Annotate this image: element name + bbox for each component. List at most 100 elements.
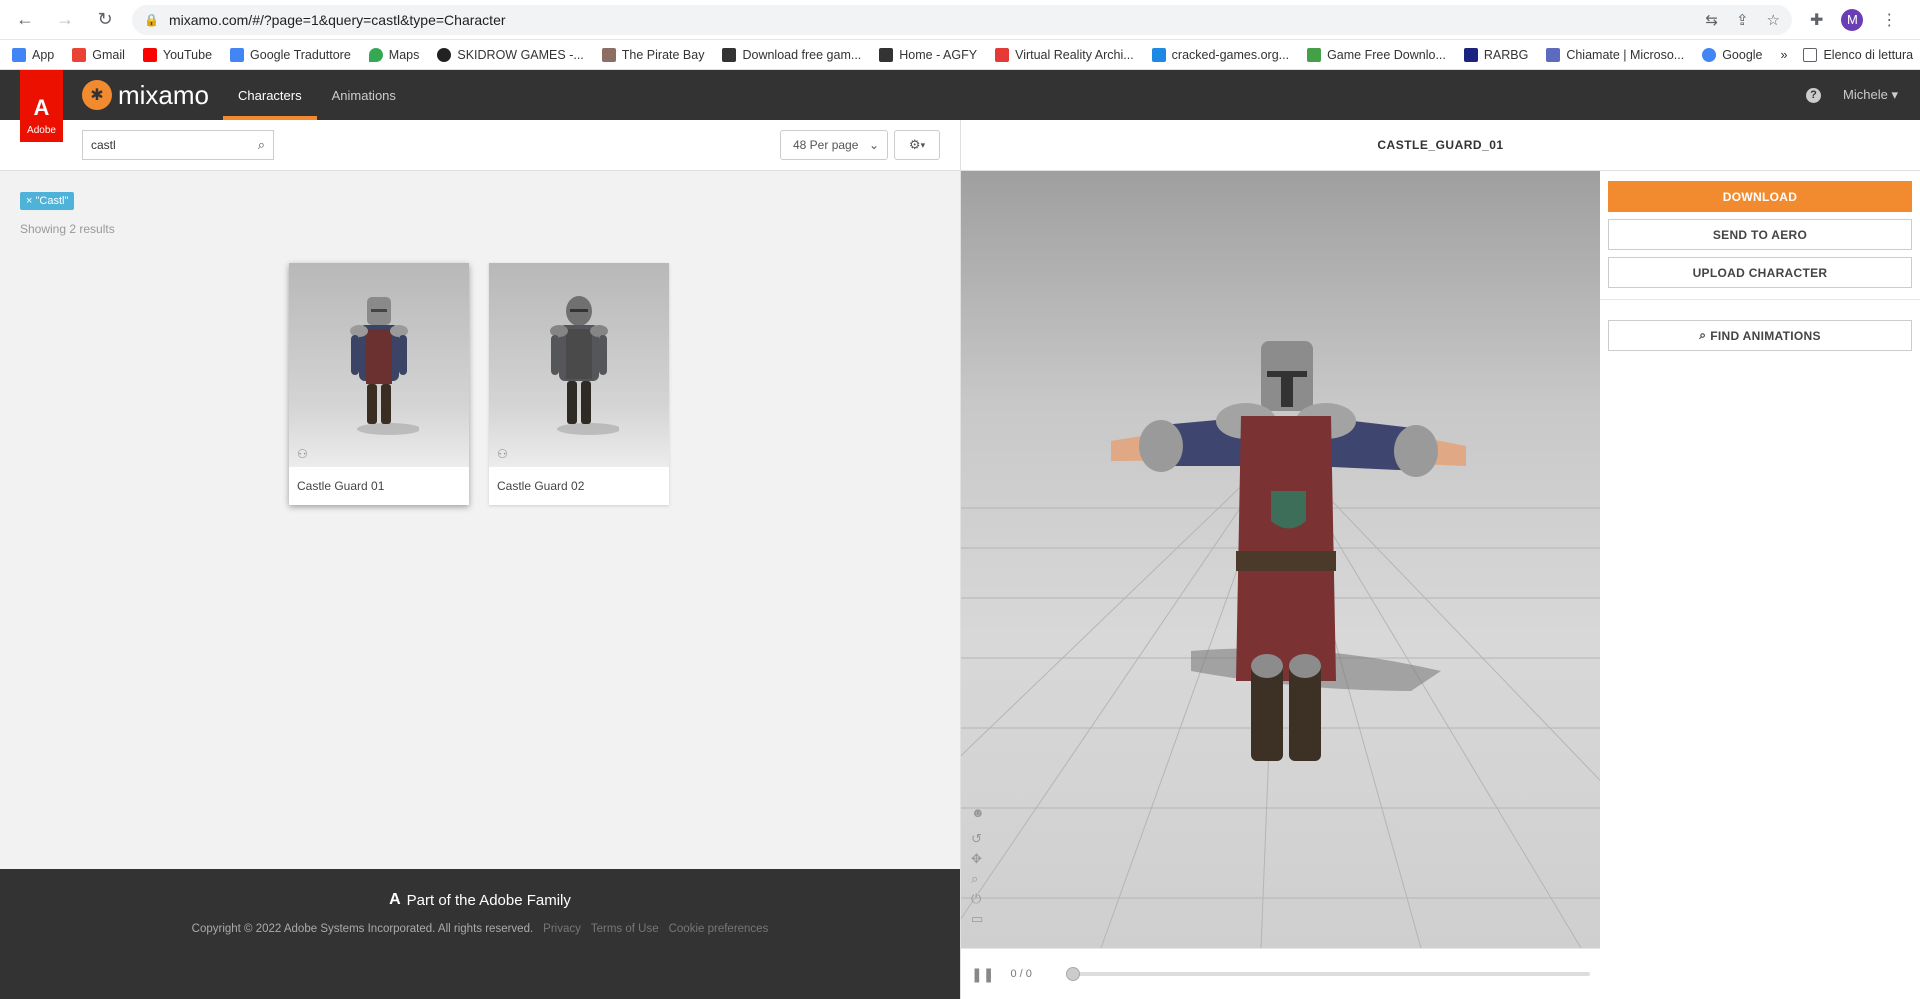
terms-link[interactable]: Terms of Use (591, 923, 659, 935)
animation-timeline: ❚❚ 0 / 0 (961, 948, 1600, 999)
youtube-icon (142, 47, 157, 62)
3d-viewport[interactable]: ☻ ↺ ✥ ⌕ ⏻ ▭ (961, 171, 1600, 948)
profile-avatar[interactable]: M (1841, 8, 1864, 31)
more-bookmarks-icon[interactable]: » (1781, 48, 1788, 62)
address-bar[interactable]: 🔒 mixamo.com/#/?page=1&query=castl&type=… (132, 4, 1792, 35)
pause-icon[interactable]: ❚❚ (971, 966, 994, 983)
bookmark-item[interactable]: Gmail (72, 47, 125, 62)
browser-toolbar: ← → ↻ 🔒 mixamo.com/#/?page=1&query=castl… (0, 0, 1920, 40)
copyright-text: Copyright © 2022 Adobe Systems Incorpora… (191, 923, 534, 935)
adobe-logo-icon: A (33, 95, 50, 120)
help-icon[interactable]: ? (1806, 87, 1822, 103)
maps-pin-icon (368, 47, 383, 62)
user-name: Michele (1843, 87, 1888, 102)
adobe-badge[interactable]: A Adobe (20, 70, 63, 142)
search-icon: ⌕ (1699, 328, 1707, 342)
pan-icon[interactable]: ✥ (971, 851, 982, 867)
bookmark-item[interactable]: Google (1702, 47, 1763, 62)
extensions-icon[interactable]: ✚ (1810, 10, 1823, 30)
search-input[interactable]: castl ⌕ (82, 130, 274, 160)
cookie-preferences-link[interactable]: Cookie preferences (669, 923, 769, 935)
google-icon (1702, 47, 1717, 62)
rigged-character-icon: ⚇ (297, 447, 308, 461)
castle-guard-model (1111, 341, 1466, 761)
privacy-link[interactable]: Privacy (543, 923, 581, 935)
character-card[interactable]: ⚇ Castle Guard 01 (289, 263, 469, 505)
bookmark-item[interactable]: Google Traduttore (230, 47, 351, 62)
bookmark-item[interactable]: Download free gam... (722, 47, 861, 62)
share-icon[interactable]: ⇪ (1736, 11, 1749, 29)
skeleton-icon[interactable]: ☻ (971, 805, 985, 820)
app-header: A Adobe ✱ mixamo Characters Animations ?… (0, 70, 1920, 142)
download-button[interactable]: DOWNLOAD (1608, 181, 1912, 212)
bookmark-item[interactable]: Maps (368, 47, 419, 62)
knight-figure (350, 297, 419, 435)
zoom-icon[interactable]: ⌕ (971, 871, 978, 887)
camera-icon[interactable]: ▭ (971, 911, 983, 927)
find-animations-button[interactable]: ⌕ FIND ANIMATIONS (1608, 320, 1912, 351)
page-footer: A Part of the Adobe Family Copyright © 2… (0, 869, 960, 999)
filter-tag[interactable]: × "Castl" (20, 192, 75, 210)
pirate-ship-icon (601, 47, 616, 62)
wix-icon (722, 47, 737, 62)
rarbg-icon (1463, 47, 1478, 62)
apps-grid-icon (12, 47, 26, 62)
reading-list[interactable]: Elenco di lettura (1803, 47, 1913, 62)
tab-animations[interactable]: Animations (317, 70, 411, 120)
viewer-panel: CASTLE_GUARD_01 ☻ ↺ ✥ ⌕ ⏻ ▭ ❚❚ 0 / 0 DOW… (960, 120, 1920, 999)
bookmark-star-icon[interactable]: ☆ (1767, 11, 1780, 29)
power-icon[interactable]: ⏻ (971, 891, 981, 907)
teams-icon (1546, 47, 1561, 62)
bookmark-item[interactable]: YouTube (142, 47, 212, 62)
bookmark-item[interactable]: Virtual Reality Archi... (995, 47, 1134, 62)
bookmark-item[interactable]: RARBG (1463, 47, 1528, 62)
url-text[interactable]: mixamo.com/#/?page=1&query=castl&type=Ch… (169, 12, 1705, 28)
scrubber-handle[interactable] (1066, 967, 1081, 981)
character-thumbnail: ⚇ (489, 263, 669, 467)
per-page-select[interactable]: 48 Per page ⌄ (780, 130, 888, 160)
caret-down-icon: ▾ (920, 139, 926, 150)
timeline-scrubber[interactable] (1066, 967, 1590, 981)
knight-figure (550, 296, 619, 435)
settings-dropdown-button[interactable]: ⚙ ▾ (894, 130, 940, 160)
bookmark-item[interactable]: SKIDROW GAMES -... (437, 47, 584, 62)
user-menu[interactable]: Michele ▾ (1843, 87, 1898, 103)
rigged-character-icon: ⚇ (497, 447, 508, 461)
search-toolbar: castl ⌕ 48 Per page ⌄ ⚙ ▾ (0, 120, 960, 171)
gmail-icon (72, 47, 87, 62)
lock-icon: 🔒 (144, 12, 159, 27)
back-icon[interactable]: ← (14, 9, 36, 30)
bookmark-item[interactable]: App (12, 47, 54, 62)
translate-icon[interactable]: ⇆ (1705, 11, 1718, 29)
menu-kebab-icon[interactable]: ⋮ (1881, 10, 1897, 30)
bookmark-item[interactable]: cracked-games.org... (1151, 47, 1289, 62)
character-name: Castle Guard 01 (297, 479, 385, 493)
bookmark-item[interactable]: Home - AGFY (879, 47, 977, 62)
bookmark-item[interactable]: The Pirate Bay (601, 47, 704, 62)
reading-list-icon (1803, 47, 1818, 62)
gamepad-icon (1307, 47, 1322, 62)
vr-archive-icon (995, 47, 1010, 62)
tab-characters[interactable]: Characters (223, 70, 317, 120)
search-icon[interactable]: ⌕ (258, 137, 265, 153)
adobe-label: Adobe (27, 125, 56, 136)
mixamo-logo[interactable]: ✱ mixamo (82, 80, 209, 111)
bookmark-item[interactable]: Chiamate | Microso... (1546, 47, 1684, 62)
results-count: Showing 2 results (20, 222, 115, 236)
reset-view-icon[interactable]: ↺ (971, 831, 982, 847)
adobe-family: A Part of the Adobe Family (389, 891, 571, 909)
bookmark-item[interactable]: Game Free Downlo... (1307, 47, 1446, 62)
reload-icon[interactable]: ↻ (94, 9, 116, 30)
character-thumbnail: ⚇ (289, 263, 469, 467)
send-to-aero-button[interactable]: SEND TO AERO (1608, 219, 1912, 250)
divider (1600, 299, 1920, 300)
upload-character-button[interactable]: UPLOAD CHARACTER (1608, 257, 1912, 288)
forward-icon[interactable]: → (54, 9, 76, 30)
adobe-logo-icon: A (389, 891, 401, 908)
mixamo-wordmark: mixamo (118, 79, 210, 110)
character-card[interactable]: ⚇ Castle Guard 02 (489, 263, 669, 505)
caret-down-icon: ▾ (1891, 87, 1898, 102)
bookmarks-bar: App Gmail YouTube Google Traduttore Maps… (0, 40, 1920, 70)
translate-bookmark-icon (230, 47, 245, 62)
download-arrow-icon (1151, 47, 1166, 62)
